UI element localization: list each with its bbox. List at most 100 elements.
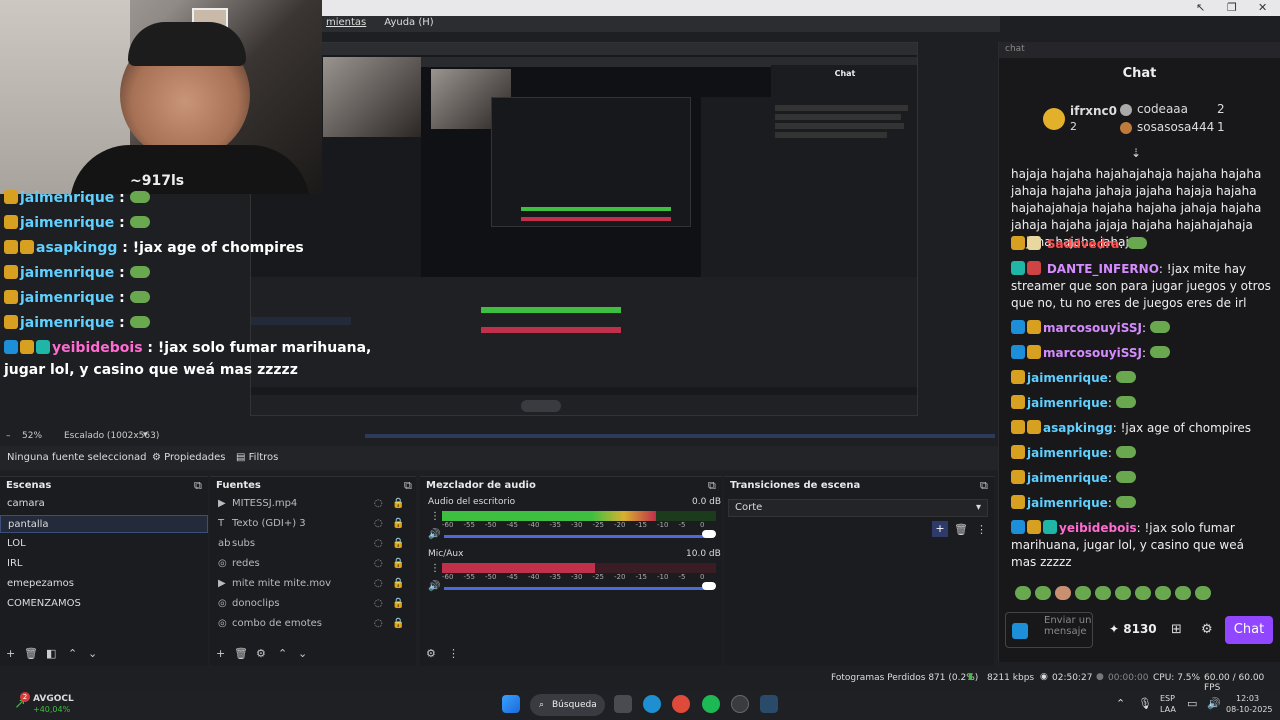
lock-icon[interactable]: 🔒 [392,555,404,573]
speaker-icon[interactable]: 🔊 [428,581,440,592]
transition-select[interactable]: Corte ▾ [728,499,988,517]
close-icon[interactable]: ✕ [1258,1,1267,14]
volume-slider[interactable] [444,535,708,538]
move-up-icon[interactable]: ⌃ [278,647,287,660]
dock-undock-icon[interactable]: ⧉ [708,479,716,493]
add-transition-icon[interactable]: + [932,521,948,537]
properties-button[interactable]: ⚙ Propiedades [152,452,225,463]
filters-button[interactable]: ▤ Filtros [236,452,278,463]
gear-icon[interactable]: ⚙ [256,647,266,660]
visibility-icon[interactable]: ◌ [374,495,383,513]
add-icon[interactable]: + [216,647,225,660]
delete-icon[interactable]: 🗑 [234,647,248,660]
chrome-icon[interactable] [672,695,690,713]
visibility-icon[interactable]: ◌ [374,575,383,593]
collapse-leaderboard-icon[interactable]: ⇣ [1131,146,1141,160]
clock-date[interactable]: 08-10-2025 [1226,705,1273,714]
meter-tick-label: -45 [506,573,518,581]
spotify-icon[interactable] [702,695,720,713]
add-icon[interactable]: + [6,647,15,660]
lock-icon[interactable]: 🔒 [392,495,404,513]
source-item[interactable]: ◎ redes ◌ 🔒 [210,555,416,573]
obs-preview[interactable]: Chat [250,42,918,416]
send-chat-button[interactable]: Chat [1225,616,1273,644]
meter-tick-label: -35 [549,573,561,581]
scene-item[interactable]: IRL [0,555,208,573]
settings-icon[interactable]: ⚙ [1201,622,1213,637]
channel-points[interactable]: ✦ 8130 [1109,622,1157,636]
network-icon[interactable]: ▭ [1187,697,1197,710]
scene-item[interactable]: camara [0,495,208,513]
task-view-icon[interactable] [614,695,632,713]
visibility-icon[interactable]: ◌ [374,595,383,613]
windows-start-icon[interactable] [502,695,520,713]
steam-icon[interactable] [760,695,778,713]
zoom-level: 52% [22,431,43,441]
scale-dropdown-icon[interactable]: ▾ [143,430,148,440]
menu-help[interactable]: Ayuda (H) [384,17,433,31]
more-icon[interactable]: ⋮ [448,647,459,660]
chat-message: jaimenrique: [1011,470,1273,487]
chevron-up-icon[interactable]: ⌃ [1116,697,1125,710]
emote-row[interactable] [1015,586,1265,604]
lock-icon[interactable]: 🔒 [392,515,404,533]
taskbar-search[interactable]: ⌕ Búsqueda [530,694,605,716]
visibility-icon[interactable]: ◌ [374,615,383,633]
volume-handle[interactable] [702,582,716,590]
preview-scrollbar[interactable] [365,434,995,438]
scene-item[interactable]: pantalla [0,515,208,533]
stock-name[interactable]: AVGOCL [33,694,74,704]
gear-icon[interactable]: ⚙ [426,647,436,660]
visibility-icon[interactable]: ◌ [374,515,383,533]
more-icon[interactable]: ⋮ [976,523,987,536]
lock-icon[interactable]: 🔒 [392,535,404,553]
chat-message: marcosouyiSSJ: [1011,345,1273,362]
more-icon[interactable]: ⋮ [430,563,440,574]
move-down-icon[interactable]: ⌄ [88,647,97,660]
chat-badge-icon [1012,623,1028,639]
chat-input[interactable]: Enviar un mensaje [1005,612,1093,648]
source-item[interactable]: T Texto (GDI+) 3 ◌ 🔒 [210,515,416,533]
speaker-icon[interactable]: 🔊 [428,529,440,540]
volume-handle[interactable] [702,530,716,538]
source-item[interactable]: ◎ combo de emotes ◌ 🔒 [210,615,416,633]
delete-icon[interactable]: 🗑 [24,647,38,660]
clock-time[interactable]: 12:03 [1236,694,1259,703]
cursor-icon: ↖ [1196,1,1206,14]
meter-tick-label: -40 [528,573,540,581]
scene-item[interactable]: emepezamos [0,575,208,593]
dock-undock-icon[interactable]: ⧉ [404,479,412,493]
menu-tools[interactable]: mientas [326,17,366,31]
move-up-icon[interactable]: ⌃ [68,647,77,660]
source-item[interactable]: ◎ donoclips ◌ 🔒 [210,595,416,613]
volume-slider[interactable] [444,587,708,590]
visibility-icon[interactable]: ◌ [374,535,383,553]
transition-value: Corte [735,502,763,513]
lock-icon[interactable]: 🔒 [392,595,404,613]
lock-icon[interactable]: 🔒 [392,575,404,593]
source-item[interactable]: ab subs ◌ 🔒 [210,535,416,553]
dock-undock-icon[interactable]: ⧉ [980,479,988,493]
source-item[interactable]: ▶ MITESSJ.mp4 ◌ 🔒 [210,495,416,513]
edge-icon[interactable] [643,695,661,713]
scene-item[interactable]: COMENZAMOS [0,595,208,613]
gift-icon[interactable]: ⊞ [1171,622,1182,637]
more-icon[interactable]: ⋮ [430,511,440,522]
move-down-icon[interactable]: ⌄ [298,647,307,660]
obs-icon[interactable] [731,695,749,713]
scene-item[interactable]: LOL [0,535,208,553]
language-2[interactable]: LAA [1160,705,1176,714]
filter-icon[interactable]: ◧ [46,647,56,660]
volume-icon[interactable]: 🔊 [1207,697,1221,710]
lock-icon[interactable]: 🔒 [392,615,404,633]
microphone-icon[interactable]: 🎙 [1138,697,1152,710]
delete-icon[interactable]: 🗑 [954,523,968,536]
dock-undock-icon[interactable]: ⧉ [194,479,202,493]
zoom-minus-icon[interactable]: – [6,431,11,441]
source-item[interactable]: ▶ mite mite mite.mov ◌ 🔒 [210,575,416,593]
chat-leaderboard[interactable]: ifrxnc0 2 codeaaa 2 sosasosa444 1 [999,98,1280,146]
audio-mixer-dock: Mezclador de audio ⧉ Audio del escritori… [420,476,722,666]
restore-icon[interactable]: ❐ [1227,1,1237,14]
language-1[interactable]: ESP [1160,694,1175,703]
visibility-icon[interactable]: ◌ [374,555,383,573]
